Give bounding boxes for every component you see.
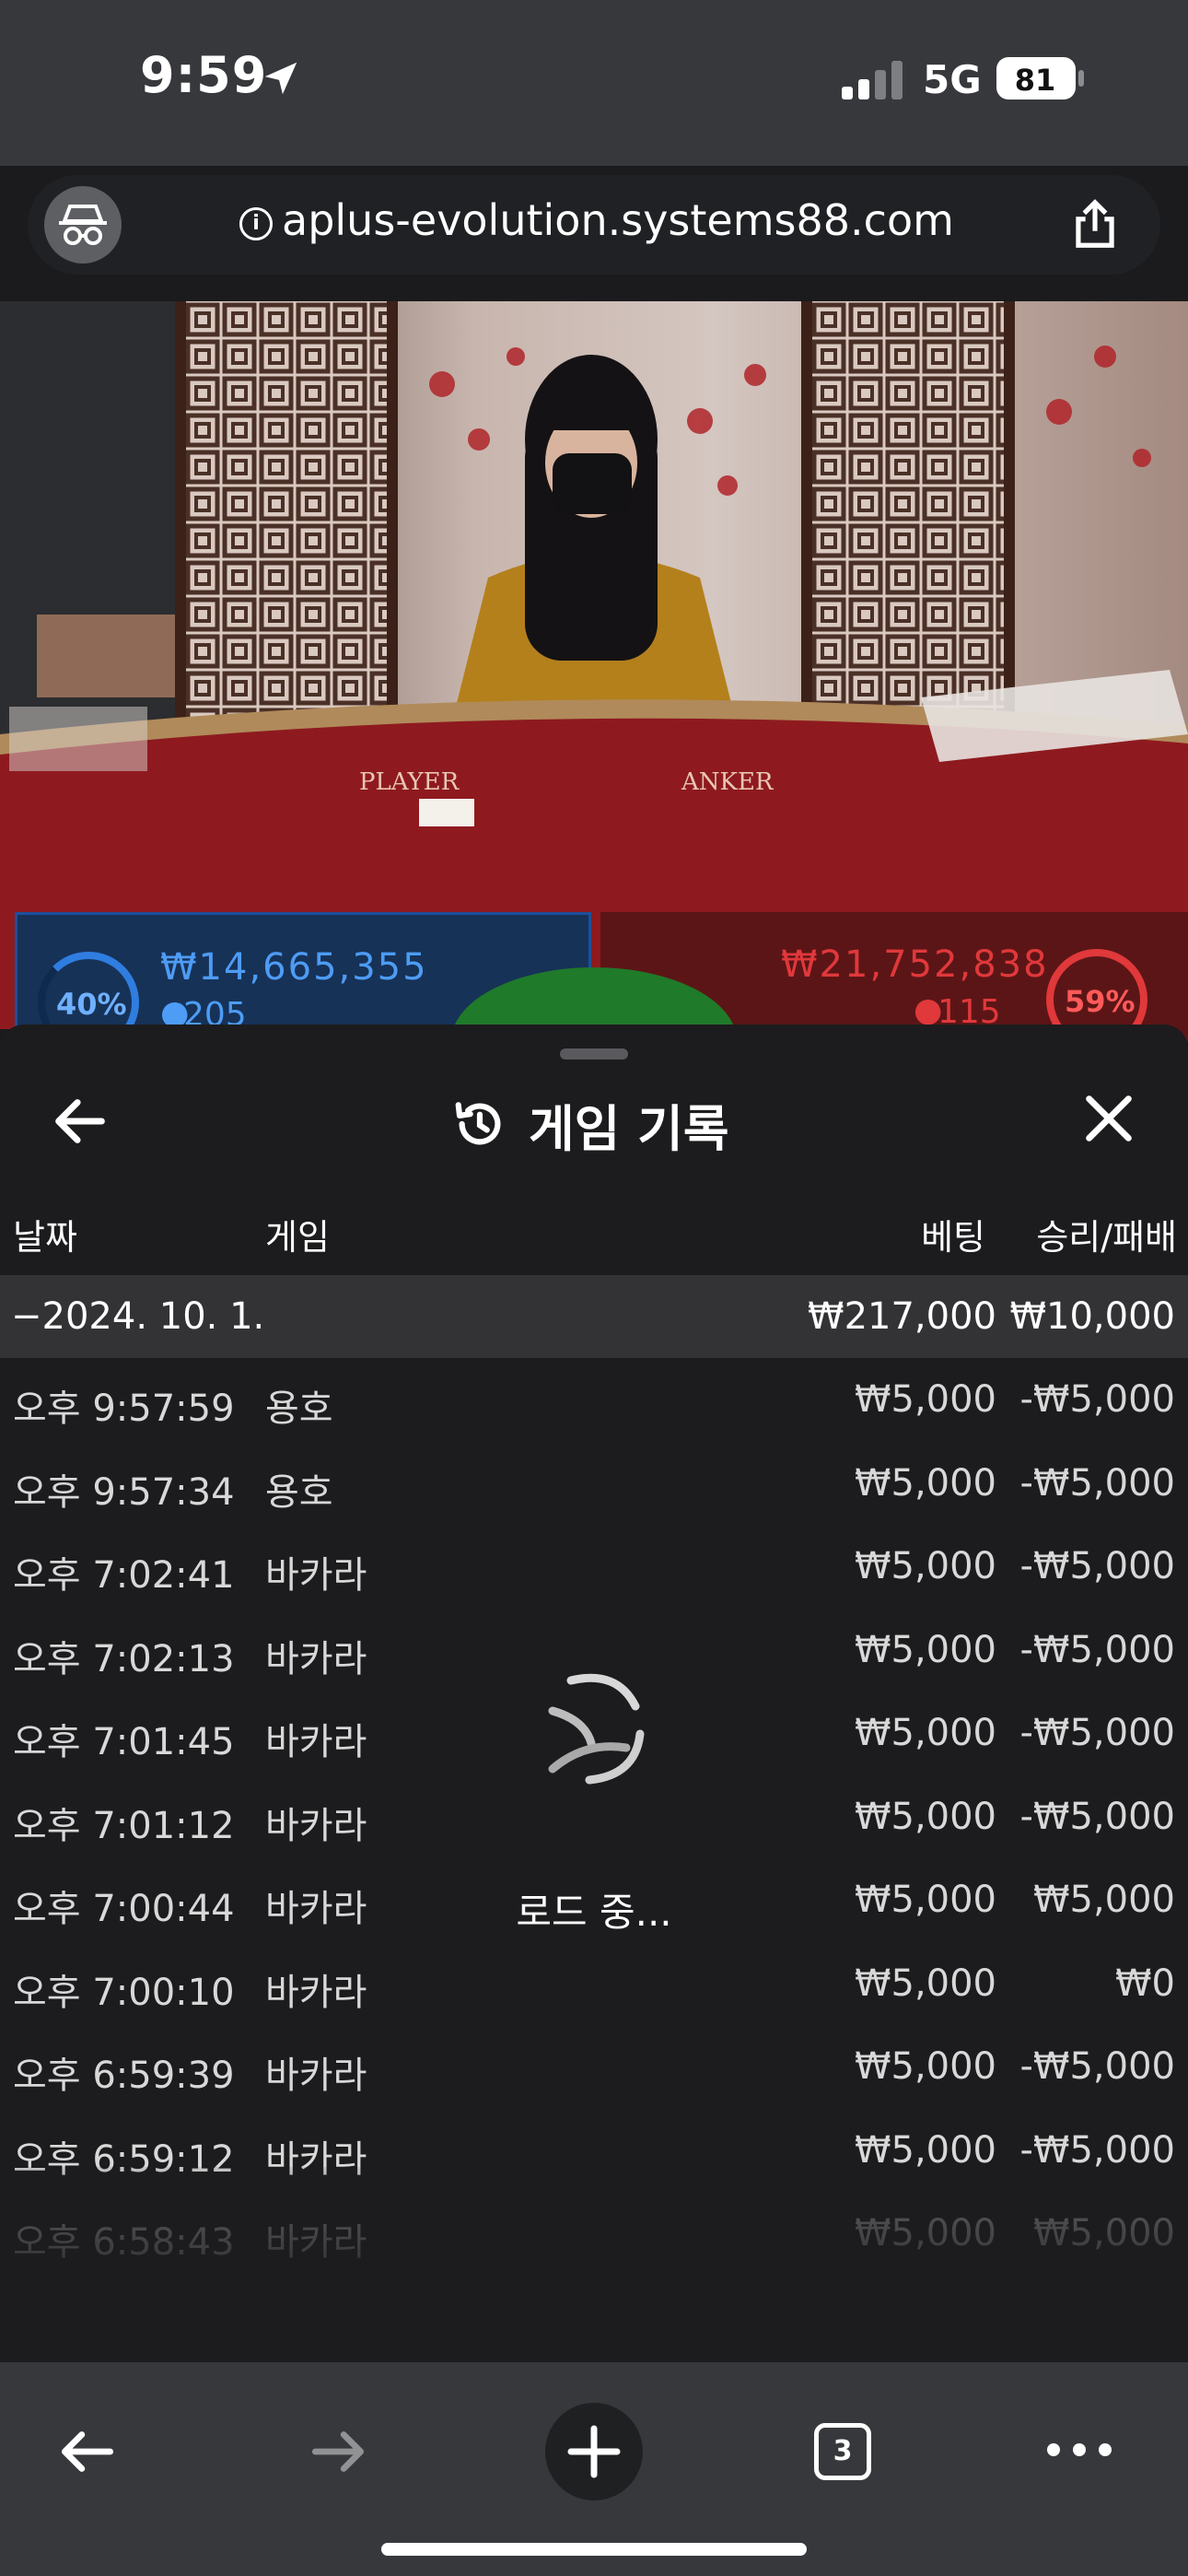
row-result: -₩5,000 xyxy=(1019,1378,1176,1421)
column-header-game[interactable]: 게임 xyxy=(265,1209,330,1259)
row-bet: ₩5,000 xyxy=(854,1795,996,1838)
column-header-bet[interactable]: 베팅 xyxy=(921,1209,985,1259)
more-dots-icon[interactable] xyxy=(1042,2436,1116,2464)
sheet-header: 게임 기록 xyxy=(451,1087,729,1161)
signal-strength-icon xyxy=(842,61,903,100)
history-row[interactable]: 오후 9:57:34 용호 ₩5,000 -₩5,000 xyxy=(0,1442,1188,1525)
row-bet: ₩5,000 xyxy=(854,1712,996,1754)
row-game: 바카라 xyxy=(265,1971,367,2014)
loading-spinner-icon xyxy=(548,1673,645,1785)
network-type: 5G xyxy=(923,57,982,102)
sheet-title: 게임 기록 xyxy=(529,1099,729,1158)
row-bet: ₩5,000 xyxy=(854,1378,996,1421)
status-time: 9:59 xyxy=(140,46,268,104)
history-row[interactable]: 오후 9:57:59 용호 ₩5,000 -₩5,000 xyxy=(0,1358,1188,1441)
row-time: 오후 9:57:34 xyxy=(13,1470,235,1514)
row-time: 오후 7:00:10 xyxy=(13,1971,235,2014)
battery-icon: 81 xyxy=(996,57,1084,100)
url-text: aplus-evolution.systems88.com xyxy=(282,195,954,245)
forward-arrow-icon[interactable] xyxy=(304,2418,372,2486)
row-result: -₩5,000 xyxy=(1019,1712,1176,1754)
history-row[interactable]: 오후 7:00:10 바카라 ₩5,000 ₩0 xyxy=(0,1942,1188,2025)
row-game: 바카라 xyxy=(265,1721,367,1763)
player-percent: 40% xyxy=(56,987,127,1022)
player-amount: ₩14,665,355 xyxy=(160,946,428,989)
banker-amount: ₩21,752,838 xyxy=(781,943,1049,986)
row-game: 바카라 xyxy=(265,1637,367,1680)
row-game: 용호 xyxy=(265,1470,333,1514)
location-arrow-icon xyxy=(264,62,297,95)
column-header-date[interactable]: 날짜 xyxy=(13,1209,77,1259)
row-time: 오후 7:02:41 xyxy=(13,1554,235,1597)
incognito-icon xyxy=(59,205,107,245)
row-result: -₩5,000 xyxy=(1019,1461,1176,1505)
game-history-sheet: 게임 기록 날짜 게임 베팅 승리/패배 −2024. 10. 1. ₩217,… xyxy=(0,1025,1188,2362)
row-result: -₩5,000 xyxy=(1019,1795,1176,1838)
home-indicator[interactable] xyxy=(381,2543,807,2556)
row-time: 오후 6:59:39 xyxy=(13,2055,235,2097)
status-bar: 9:59 5G 81 xyxy=(0,0,1188,166)
close-icon[interactable] xyxy=(1079,1089,1138,1148)
arrow-left-icon[interactable] xyxy=(48,1089,112,1153)
table-label-banker: ANKER xyxy=(681,768,775,796)
row-time: 오후 7:01:45 xyxy=(13,1721,235,1763)
group-win-loss-total: ₩10,000 xyxy=(1009,1295,1175,1338)
row-bet: ₩5,000 xyxy=(854,2128,996,2172)
loading-text: 로드 중... xyxy=(516,1890,672,1935)
row-result: -₩5,000 xyxy=(1019,1545,1176,1587)
row-time: 오후 7:01:12 xyxy=(13,1804,235,1847)
url-text-container[interactable]: i aplus-evolution.systems88.com xyxy=(239,195,954,245)
row-game: 바카라 xyxy=(265,2055,367,2097)
row-result: -₩5,000 xyxy=(1019,2045,1176,2088)
list-fade-overlay xyxy=(0,2167,1188,2362)
new-tab-button[interactable] xyxy=(545,2403,643,2500)
url-bar[interactable]: i aplus-evolution.systems88.com xyxy=(28,175,1160,275)
browser-toolbar: 3 xyxy=(0,2362,1188,2576)
banker-percent: 59% xyxy=(1065,984,1136,1019)
info-icon[interactable]: i xyxy=(239,206,273,240)
group-date: −2024. 10. 1. xyxy=(11,1295,265,1338)
row-result: -₩5,000 xyxy=(1019,2128,1176,2172)
group-bet-total: ₩217,000 xyxy=(808,1295,996,1338)
row-bet: ₩5,000 xyxy=(854,1628,996,1671)
row-game: 용호 xyxy=(265,1388,333,1430)
banker-user-icon: ● xyxy=(914,991,943,1029)
row-result: -₩5,000 xyxy=(1019,1628,1176,1671)
sheet-drag-handle[interactable] xyxy=(560,1048,628,1060)
row-result: ₩0 xyxy=(1115,1961,1175,2005)
date-group-row[interactable]: −2024. 10. 1. ₩217,000 ₩10,000 xyxy=(0,1275,1188,1358)
battery-level: 81 xyxy=(1015,63,1056,98)
row-game: 바카라 xyxy=(265,1804,367,1847)
row-time: 오후 7:02:13 xyxy=(13,1637,235,1680)
row-game: 바카라 xyxy=(265,1554,367,1597)
share-icon[interactable] xyxy=(1066,195,1124,252)
table-label-player: PLAYER xyxy=(359,768,460,796)
row-time: 오후 9:57:59 xyxy=(13,1388,235,1430)
column-header-win-loss[interactable]: 승리/패배 xyxy=(1036,1209,1177,1259)
history-row[interactable]: 오후 6:59:39 바카라 ₩5,000 -₩5,000 xyxy=(0,2025,1188,2108)
row-bet: ₩5,000 xyxy=(854,2045,996,2088)
tabs-icon[interactable]: 3 xyxy=(814,2423,871,2480)
back-arrow-icon[interactable] xyxy=(53,2418,122,2486)
row-bet: ₩5,000 xyxy=(854,1461,996,1505)
history-row[interactable]: 오후 7:02:41 바카라 ₩5,000 -₩5,000 xyxy=(0,1525,1188,1608)
row-bet: ₩5,000 xyxy=(854,1545,996,1587)
incognito-button[interactable] xyxy=(44,186,122,263)
history-icon xyxy=(455,1102,501,1145)
plus-icon xyxy=(567,2425,621,2478)
row-bet: ₩5,000 xyxy=(854,1961,996,2005)
